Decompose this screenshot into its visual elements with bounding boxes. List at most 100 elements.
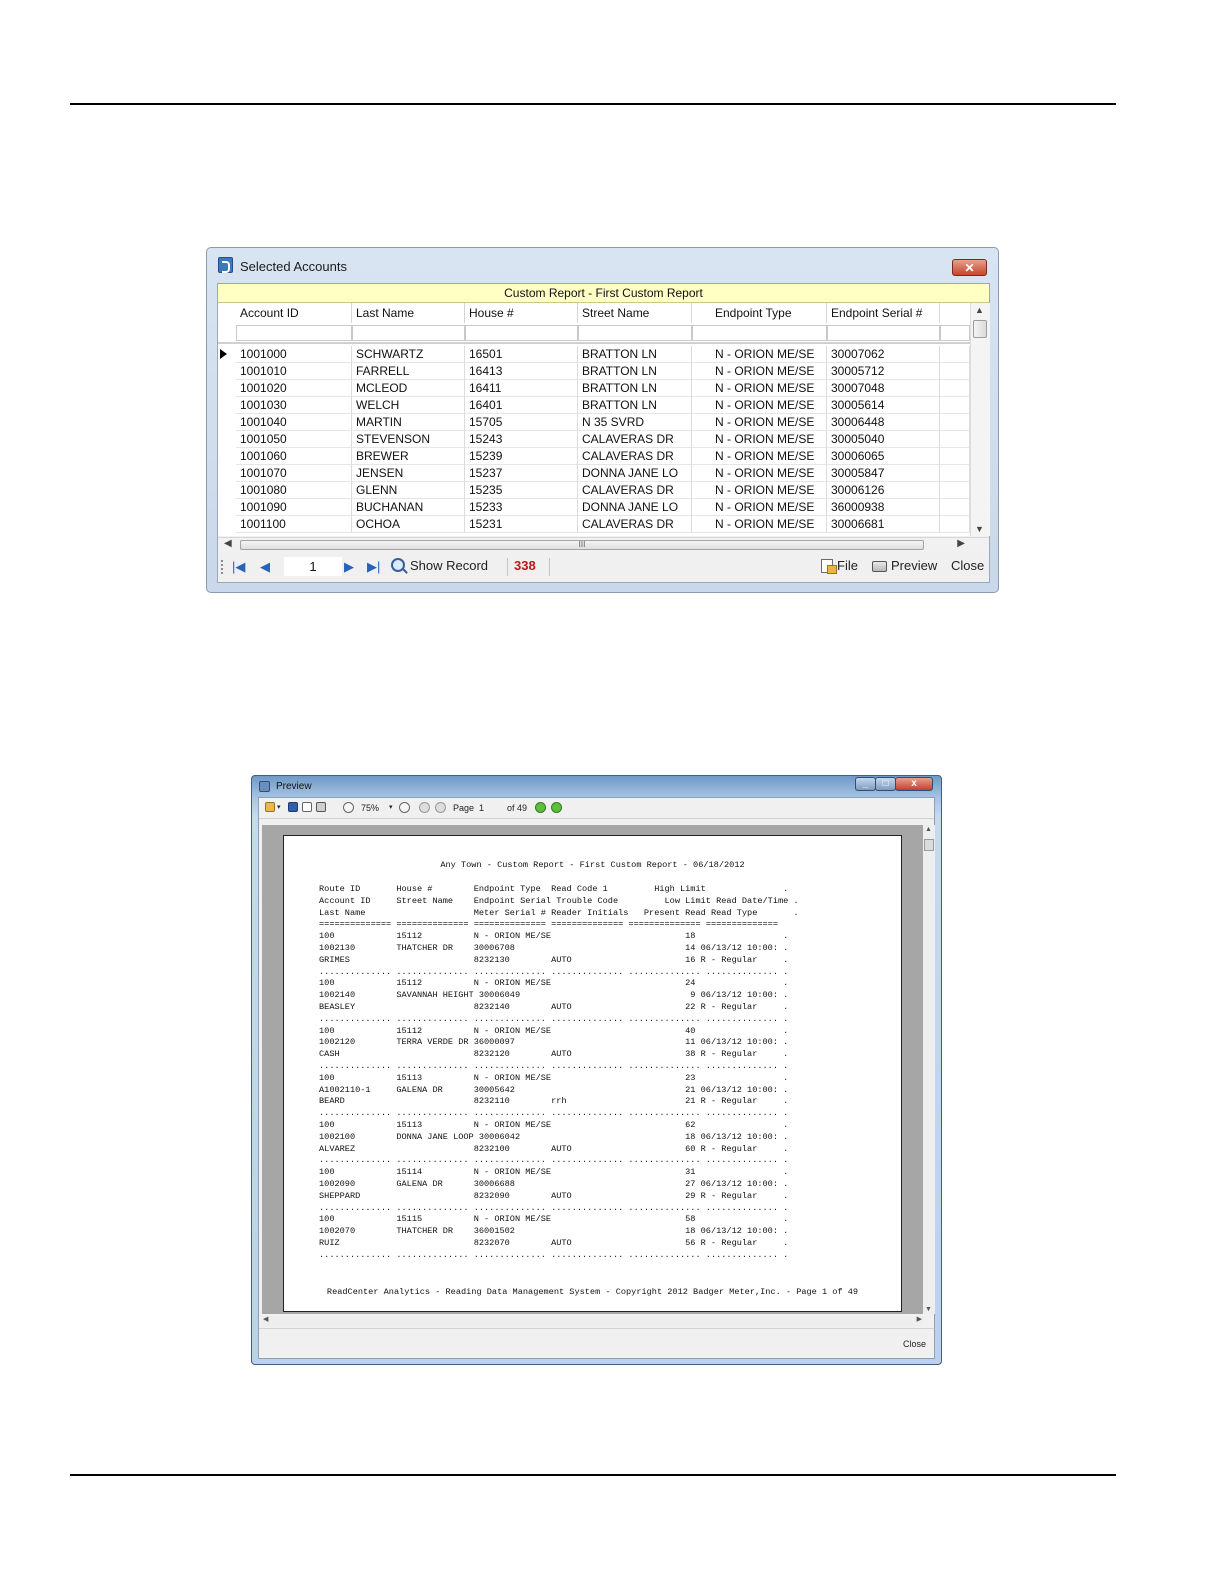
table-cell[interactable]: N - ORION ME/SE (692, 499, 827, 516)
first-record-icon[interactable]: |◀ (232, 560, 245, 574)
table-cell[interactable]: 1001000 (236, 346, 352, 363)
table-cell[interactable]: N - ORION ME/SE (692, 397, 827, 414)
table-row[interactable]: 1001010 FARRELL 16413 BRATTON LN N - ORION M… (218, 363, 970, 380)
previous-record-icon[interactable]: ◀ (260, 560, 270, 574)
column-header-account-id[interactable]: Account ID (236, 303, 352, 323)
table-cell[interactable]: BRATTON LN (578, 346, 692, 363)
table-cell[interactable]: 15235 (465, 482, 578, 499)
table-cell[interactable]: 30005847 (827, 465, 940, 482)
filter-last-name[interactable] (352, 325, 465, 341)
table-cell[interactable]: 1001090 (236, 499, 352, 516)
last-record-icon[interactable]: ▶| (367, 560, 380, 574)
print-icon[interactable] (316, 802, 326, 812)
zoom-out-icon[interactable] (343, 802, 354, 813)
filter-house-number[interactable] (465, 325, 578, 341)
table-cell[interactable]: CALAVERAS DR (578, 431, 692, 448)
table-row[interactable]: 1001060 BREWER 15239 CALAVERAS DR N - ORION … (218, 448, 970, 465)
table-cell[interactable]: 1001010 (236, 363, 352, 380)
table-cell[interactable]: 1001040 (236, 414, 352, 431)
table-cell[interactable]: 30006448 (827, 414, 940, 431)
table-cell[interactable]: BUCHANAN (352, 499, 465, 516)
table-cell[interactable]: 15233 (465, 499, 578, 516)
table-cell[interactable]: OCHOA (352, 516, 465, 533)
table-cell[interactable]: 15239 (465, 448, 578, 465)
next-record-icon[interactable]: ▶ (344, 560, 354, 574)
column-header-house-number[interactable]: House # (465, 303, 578, 323)
filter-endpoint-serial[interactable] (827, 325, 940, 341)
table-cell[interactable]: GLENN (352, 482, 465, 499)
last-page-icon[interactable] (551, 802, 562, 813)
zoom-level[interactable]: 75% (361, 802, 379, 814)
table-cell[interactable]: WELCH (352, 397, 465, 414)
table-cell[interactable]: N - ORION ME/SE (692, 431, 827, 448)
open-dropdown-icon[interactable]: ▾ (277, 802, 281, 814)
table-cell[interactable]: BREWER (352, 448, 465, 465)
table-cell[interactable]: MCLEOD (352, 380, 465, 397)
table-row[interactable]: 1001000 SCHWARTZ 16501 BRATTON LN N - ORION … (218, 346, 970, 363)
preview-scroll-down-icon[interactable]: ▼ (925, 1306, 932, 1313)
table-cell[interactable]: 15705 (465, 414, 578, 431)
next-page-icon[interactable] (535, 802, 546, 813)
table-cell[interactable]: CALAVERAS DR (578, 448, 692, 465)
table-row[interactable]: 1001100 OCHOA 15231 CALAVERAS DR N - ORION M… (218, 516, 970, 533)
table-cell[interactable]: 1001080 (236, 482, 352, 499)
table-cell[interactable]: SCHWARTZ (352, 346, 465, 363)
table-cell[interactable]: 30006065 (827, 448, 940, 465)
table-cell[interactable]: 15231 (465, 516, 578, 533)
table-row[interactable]: 1001030 WELCH 16401 BRATTON LN N - ORION ME/… (218, 397, 970, 414)
filter-street-name[interactable] (578, 325, 692, 341)
previous-page-icon[interactable] (435, 802, 446, 813)
table-cell[interactable]: 36000938 (827, 499, 940, 516)
table-cell[interactable]: 30007048 (827, 380, 940, 397)
vertical-scroll-thumb[interactable] (973, 320, 987, 338)
scroll-down-arrow-icon[interactable]: ▼ (975, 524, 984, 534)
table-cell[interactable]: N - ORION ME/SE (692, 414, 827, 431)
table-cell[interactable]: 16411 (465, 380, 578, 397)
table-cell[interactable]: 30005040 (827, 431, 940, 448)
table-cell[interactable]: 16413 (465, 363, 578, 380)
table-cell[interactable]: 30006681 (827, 516, 940, 533)
table-cell[interactable]: STEVENSON (352, 431, 465, 448)
first-page-icon[interactable] (419, 802, 430, 813)
table-cell[interactable]: 16501 (465, 346, 578, 363)
preview-button[interactable]: Preview (872, 558, 937, 574)
table-cell[interactable]: N - ORION ME/SE (692, 380, 827, 397)
table-row[interactable]: 1001050 STEVENSON 15243 CALAVERAS DR N - ORI… (218, 431, 970, 448)
table-cell[interactable]: BRATTON LN (578, 363, 692, 380)
table-cell[interactable]: N - ORION ME/SE (692, 465, 827, 482)
table-cell[interactable]: 1001020 (236, 380, 352, 397)
table-cell[interactable]: 15243 (465, 431, 578, 448)
open-folder-icon[interactable] (265, 802, 275, 812)
table-cell[interactable]: 16401 (465, 397, 578, 414)
scroll-right-arrow-icon[interactable]: ▶ (957, 538, 965, 549)
filter-account-id[interactable] (236, 325, 352, 341)
filter-extra[interactable] (940, 325, 970, 341)
table-row[interactable]: 1001040 MARTIN 15705 N 35 SVRD N - ORION ME/… (218, 414, 970, 431)
table-cell[interactable]: N - ORION ME/SE (692, 346, 827, 363)
window-close-button[interactable]: ✕ (952, 259, 987, 276)
minimize-button[interactable]: _ (855, 777, 876, 791)
column-header-endpoint-serial[interactable]: Endpoint Serial # (827, 303, 940, 323)
page-setup-icon[interactable] (302, 802, 312, 812)
table-cell[interactable]: 1001100 (236, 516, 352, 533)
table-cell[interactable]: N - ORION ME/SE (692, 363, 827, 380)
table-cell[interactable]: DONNA JANE LO (578, 465, 692, 482)
preview-close-button[interactable]: Close (903, 1339, 926, 1349)
table-cell[interactable]: CALAVERAS DR (578, 482, 692, 499)
preview-horizontal-scrollbar[interactable]: ◀ ▶ (262, 1316, 923, 1326)
table-cell[interactable]: 1001030 (236, 397, 352, 414)
scroll-left-arrow-icon[interactable]: ◀ (224, 538, 232, 549)
table-row[interactable]: 1001070 JENSEN 15237 DONNA JANE LO N - ORION… (218, 465, 970, 482)
table-cell[interactable]: N - ORION ME/SE (692, 482, 827, 499)
column-header-last-name[interactable]: Last Name (352, 303, 465, 323)
table-cell[interactable]: 1001050 (236, 431, 352, 448)
preview-close-window-button[interactable]: x (895, 777, 933, 791)
preview-vertical-thumb[interactable] (924, 839, 934, 851)
table-cell[interactable]: BRATTON LN (578, 380, 692, 397)
table-cell[interactable]: 1001070 (236, 465, 352, 482)
table-cell[interactable]: 15237 (465, 465, 578, 482)
preview-vertical-scrollbar[interactable]: ▲ ▼ (923, 825, 935, 1314)
table-cell[interactable]: FARRELL (352, 363, 465, 380)
table-cell[interactable]: N 35 SVRD (578, 414, 692, 431)
maximize-button[interactable]: □ (875, 777, 896, 791)
